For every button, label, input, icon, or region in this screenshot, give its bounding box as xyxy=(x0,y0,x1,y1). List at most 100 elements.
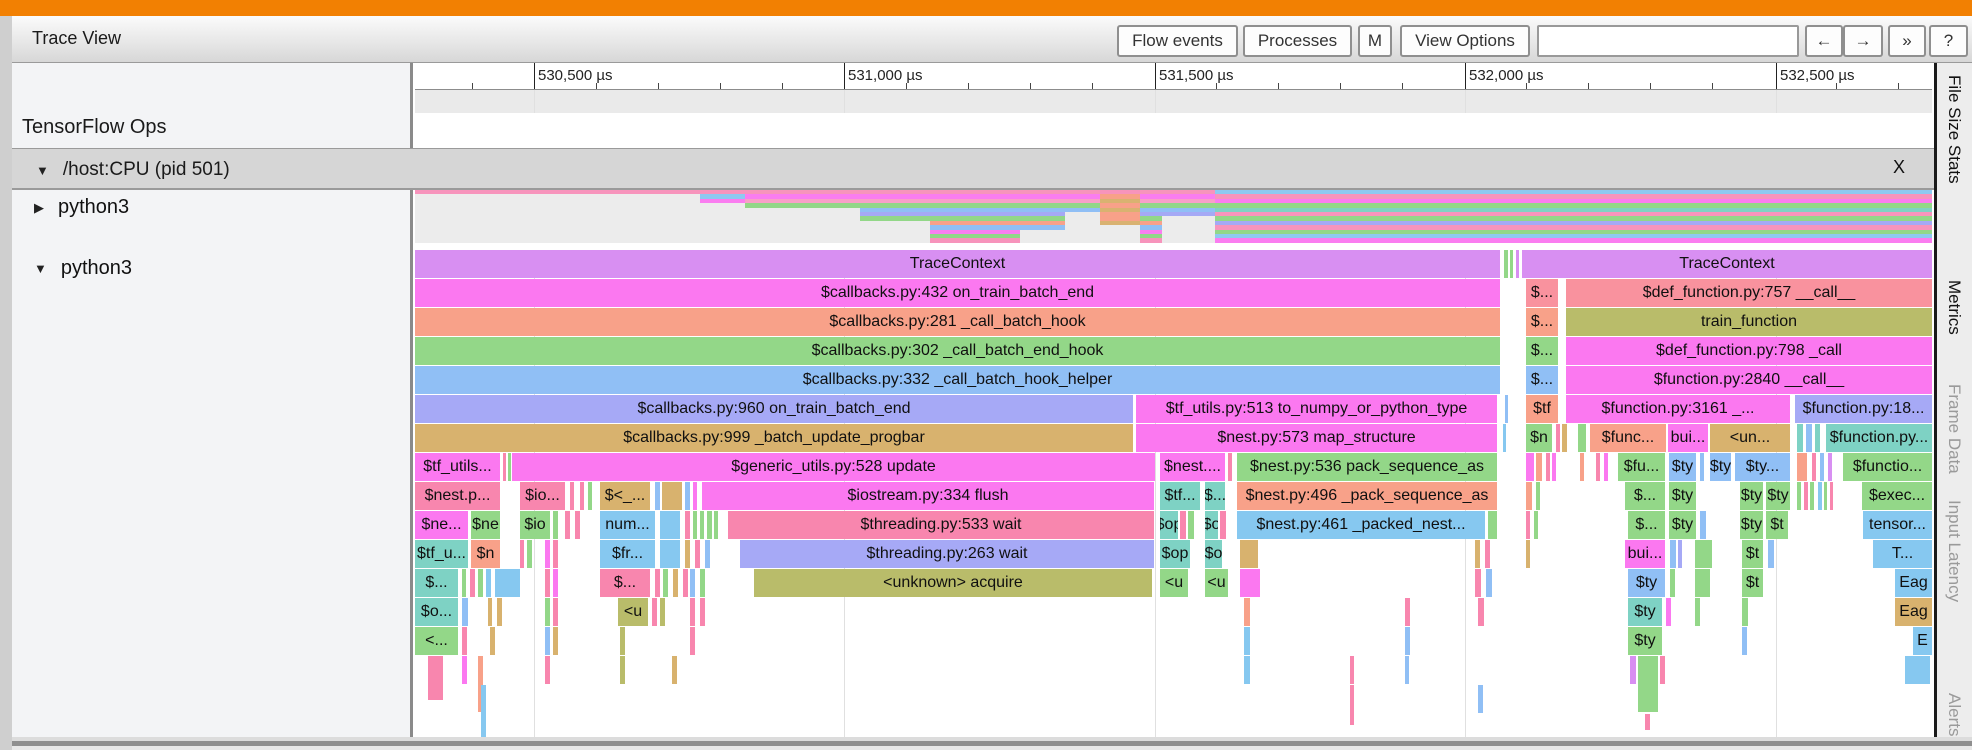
trace-slice[interactable]: $tf... xyxy=(1160,482,1200,510)
trace-slice[interactable]: $io... xyxy=(520,482,565,510)
trace-slice-sliver[interactable] xyxy=(575,511,580,539)
trace-slice-sliver[interactable] xyxy=(714,511,718,539)
trace-slice[interactable]: $threading.py:263 wait xyxy=(740,540,1154,568)
tool-tab-frame-data[interactable]: Frame Data xyxy=(1944,384,1964,474)
trace-slice-sliver[interactable] xyxy=(660,598,665,626)
trace-slice[interactable]: <u xyxy=(1160,569,1188,597)
trace-slice[interactable]: $... xyxy=(1205,482,1225,510)
trace-slice-sliver[interactable] xyxy=(1220,511,1226,539)
trace-slice-sliver[interactable] xyxy=(1810,482,1814,510)
trace-slice-sliver[interactable] xyxy=(495,569,520,597)
trace-slice-sliver[interactable] xyxy=(1546,453,1550,481)
trace-slice-sliver[interactable] xyxy=(520,540,524,568)
trace-slice[interactable]: $t xyxy=(1766,511,1788,539)
trace-slice-sliver[interactable] xyxy=(462,598,468,626)
trace-slice-sliver[interactable] xyxy=(1534,511,1538,539)
trace-slice-sliver[interactable] xyxy=(1475,540,1480,568)
trace-slice[interactable]: $tf_utils... xyxy=(415,453,500,481)
trace-slice-sliver[interactable] xyxy=(553,569,558,597)
trace-slice-sliver[interactable] xyxy=(570,482,574,510)
trace-slice-sliver[interactable] xyxy=(1478,598,1484,626)
trace-slice-sliver[interactable] xyxy=(685,482,690,510)
trace-slice-sliver[interactable] xyxy=(1562,424,1567,452)
trace-slice-sliver[interactable] xyxy=(1818,482,1822,510)
sidebar-thread-python3-collapsed[interactable]: ▶ python3 xyxy=(34,196,129,219)
trace-slice[interactable]: $ty xyxy=(1740,511,1763,539)
trace-slice[interactable]: $function.py:3161 _... xyxy=(1566,395,1790,423)
trace-slice-sliver[interactable] xyxy=(1526,511,1530,539)
trace-slice-sliver[interactable] xyxy=(1666,598,1671,626)
trace-slice[interactable]: $o xyxy=(1205,511,1218,539)
trace-slice-sliver[interactable] xyxy=(1503,424,1506,452)
trace-slice-sliver[interactable] xyxy=(481,685,486,743)
trace-slice-sliver[interactable] xyxy=(580,482,584,510)
trace-slice-sliver[interactable] xyxy=(1742,598,1748,626)
trace-slice-sliver[interactable] xyxy=(1475,569,1481,597)
trace-slice-sliver[interactable] xyxy=(490,627,495,655)
trace-slice[interactable]: $op xyxy=(1160,540,1190,568)
trace-slice-sliver[interactable] xyxy=(620,656,625,684)
trace-slice-sliver[interactable] xyxy=(1556,424,1560,452)
trace-slice-sliver[interactable] xyxy=(1244,598,1250,626)
trace-slice[interactable]: $ne xyxy=(471,511,500,539)
nav-back-button[interactable]: ← xyxy=(1805,25,1843,57)
trace-slice-sliver[interactable] xyxy=(1828,453,1832,481)
trace-slice-sliver[interactable] xyxy=(486,569,491,597)
trace-slice-sliver[interactable] xyxy=(1578,424,1586,452)
trace-slice-sliver[interactable] xyxy=(660,511,680,539)
trace-slice-sliver[interactable] xyxy=(1768,540,1774,568)
trace-slice-sliver[interactable] xyxy=(545,598,550,626)
trace-slice-sliver[interactable] xyxy=(1405,627,1410,655)
trace-slice-sliver[interactable] xyxy=(1478,685,1483,713)
trace-slice-sliver[interactable] xyxy=(1580,453,1584,481)
trace-slice-sliver[interactable] xyxy=(1504,250,1508,278)
trace-slice[interactable]: $tf xyxy=(1526,395,1558,423)
trace-slice-sliver[interactable] xyxy=(660,540,680,568)
tool-tab-alerts[interactable]: Alerts xyxy=(1944,693,1964,736)
trace-slice[interactable]: $<_... xyxy=(600,482,650,510)
trace-slice[interactable]: $ty xyxy=(1740,482,1763,510)
trace-slice[interactable]: tensor... xyxy=(1863,511,1932,539)
trace-slice-sliver[interactable] xyxy=(620,627,625,655)
trace-slice[interactable]: $ty xyxy=(1628,569,1665,597)
trace-slice[interactable]: $callbacks.py:302 _call_batch_end_hook xyxy=(415,337,1500,365)
trace-slice[interactable]: $callbacks.py:332 _call_batch_hook_helpe… xyxy=(415,366,1500,394)
trace-slice[interactable]: $... xyxy=(1526,337,1558,365)
trace-slice-sliver[interactable] xyxy=(1552,453,1556,481)
trace-slice[interactable]: num... xyxy=(600,511,655,539)
collapse-arrow-icon[interactable]: ▼ xyxy=(36,163,49,178)
trace-slice-sliver[interactable] xyxy=(545,627,550,655)
trace-slice-sliver[interactable] xyxy=(690,569,695,597)
trace-slice-sliver[interactable] xyxy=(1536,482,1540,510)
trace-slice-sliver[interactable] xyxy=(1797,424,1803,452)
trace-slice-sliver[interactable] xyxy=(1510,250,1513,278)
trace-slice-sliver[interactable] xyxy=(1638,656,1658,712)
trace-slice-sliver[interactable] xyxy=(685,540,690,568)
help-button[interactable]: ? xyxy=(1929,25,1968,57)
trace-slice-sliver[interactable] xyxy=(478,569,483,597)
trace-slice[interactable]: $nest.p... xyxy=(415,482,500,510)
trace-slice[interactable]: Eag xyxy=(1895,598,1932,626)
trace-slice[interactable]: $generic_utils.py:528 update xyxy=(512,453,1155,481)
trace-slice-sliver[interactable] xyxy=(662,482,682,510)
trace-slice-sliver[interactable] xyxy=(1812,453,1816,481)
trace-slice-sliver[interactable] xyxy=(428,656,443,700)
trace-slice-sliver[interactable] xyxy=(1180,511,1186,539)
trace-slice-sliver[interactable] xyxy=(508,453,511,481)
trace-slice-sliver[interactable] xyxy=(545,540,550,568)
nav-forward-button[interactable]: → xyxy=(1843,25,1883,57)
trace-slice[interactable]: $ty... xyxy=(1735,453,1790,481)
trace-slice-sliver[interactable] xyxy=(553,627,558,655)
trace-slice-sliver[interactable] xyxy=(470,569,475,597)
trace-slice-sliver[interactable] xyxy=(1670,540,1676,568)
trace-slice[interactable]: $function.py:2840 __call__ xyxy=(1566,366,1932,394)
process-header-host-cpu[interactable]: ▼ /host:CPU (pid 501) xyxy=(12,148,1934,190)
trace-slice[interactable]: $... xyxy=(415,569,458,597)
trace-slice[interactable]: $tf_u... xyxy=(415,540,468,568)
trace-slice-sliver[interactable] xyxy=(700,598,705,626)
trace-slice[interactable]: $callbacks.py:960 on_train_batch_end xyxy=(415,395,1133,423)
expand-arrow-icon[interactable]: ▶ xyxy=(34,200,44,216)
trace-slice[interactable]: $ty xyxy=(1766,482,1790,510)
trace-slice-sliver[interactable] xyxy=(1505,395,1508,423)
trace-slice[interactable]: $exec... xyxy=(1862,482,1932,510)
